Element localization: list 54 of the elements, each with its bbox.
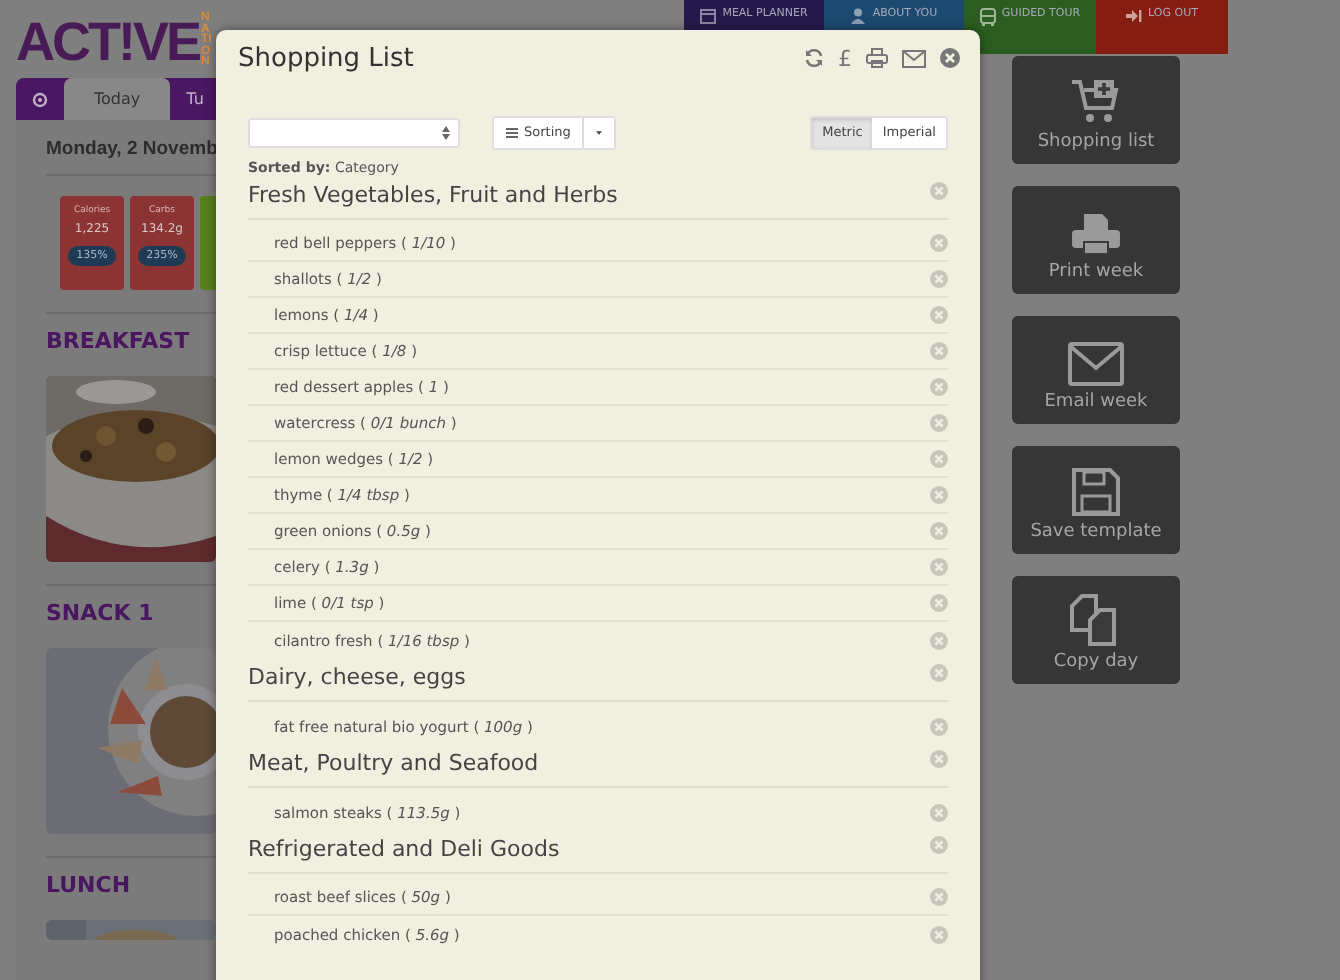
remove-item-icon[interactable] [930, 234, 948, 252]
dialog-title: Shopping List [238, 43, 416, 73]
bus-icon [979, 8, 996, 26]
meal-heading: LUNCH [46, 872, 131, 898]
remove-item-icon[interactable] [930, 558, 948, 576]
remove-item-icon[interactable] [930, 450, 948, 468]
remove-item-icon[interactable] [930, 414, 948, 432]
category-heading: Meat, Poultry and Seafood [248, 750, 539, 776]
mail-icon[interactable] [902, 49, 926, 67]
remove-item-icon[interactable] [930, 631, 948, 649]
envelope-icon [1068, 342, 1124, 386]
close-icon[interactable] [940, 48, 960, 68]
remove-category-icon[interactable] [930, 750, 948, 768]
remove-item-icon[interactable] [930, 925, 948, 943]
calendar-icon [700, 8, 717, 24]
remove-item-icon[interactable] [930, 306, 948, 324]
updown-arrows-icon [442, 125, 450, 139]
printer-icon [1070, 212, 1122, 256]
person-icon [850, 8, 867, 24]
category-heading: Dairy, cheese, eggs [248, 664, 466, 690]
action-button[interactable]: Email week [1012, 316, 1180, 424]
target-icon [32, 91, 48, 107]
category-heading: Refrigerated and Deli Goods [248, 836, 560, 862]
action-button[interactable]: Shopping list [1012, 56, 1180, 164]
day-tab[interactable]: Today [64, 78, 171, 120]
print-icon[interactable] [866, 48, 888, 68]
caret-icon [596, 129, 603, 135]
remove-category-icon[interactable] [930, 664, 948, 682]
remove-item-icon[interactable] [930, 594, 948, 612]
logout-icon [1126, 8, 1143, 24]
copy-icon [1070, 594, 1122, 646]
remove-item-icon[interactable] [930, 522, 948, 540]
remove-item-icon[interactable] [930, 888, 948, 906]
remove-item-icon[interactable] [930, 803, 948, 821]
remove-category-icon[interactable] [930, 836, 948, 854]
list-select[interactable] [248, 117, 460, 147]
remove-item-icon[interactable] [930, 342, 948, 360]
remove-category-icon[interactable] [930, 182, 948, 200]
action-button[interactable]: Copy day [1012, 576, 1180, 684]
date-heading: Monday, 2 Novemb [46, 138, 218, 160]
remove-item-icon[interactable] [930, 378, 948, 396]
remove-item-icon[interactable] [930, 486, 948, 504]
cart-plus-icon [1070, 78, 1122, 126]
remove-item-icon[interactable] [930, 270, 948, 288]
list-icon [506, 127, 518, 137]
remove-item-icon[interactable] [930, 717, 948, 735]
action-button[interactable]: Print week [1012, 186, 1180, 294]
refresh-icon[interactable] [804, 48, 824, 68]
meal-heading: SNACK 1 [46, 600, 154, 626]
day-tab[interactable]: Tu [170, 78, 220, 120]
category-heading: Fresh Vegetables, Fruit and Herbs [248, 182, 618, 208]
action-button[interactable]: Save template [1012, 446, 1180, 554]
meal-heading: BREAKFAST [46, 328, 190, 354]
logo-wordmark: ACT!VE [16, 12, 199, 72]
